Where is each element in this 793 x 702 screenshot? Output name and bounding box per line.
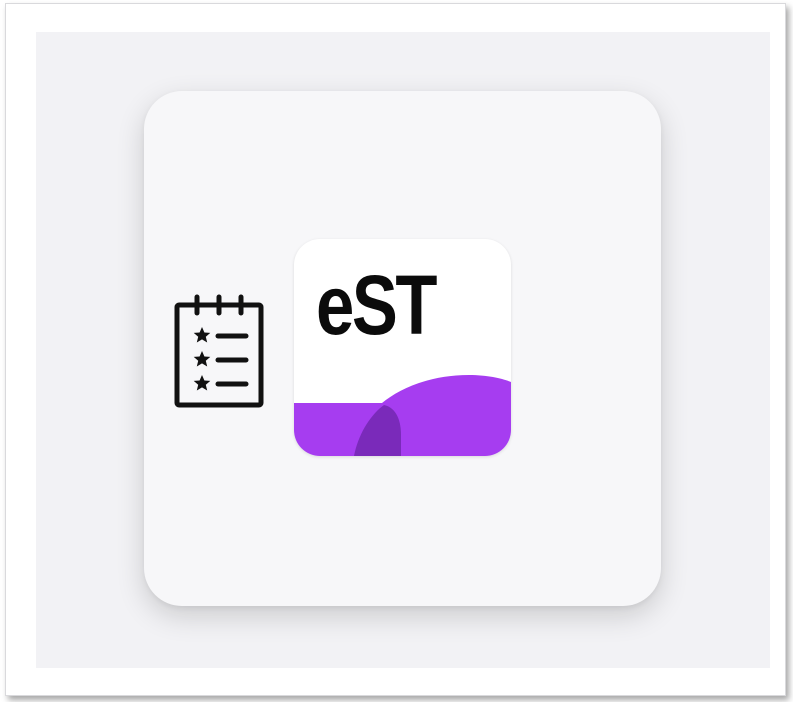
screenshot-page: eST [0, 0, 793, 702]
app-icon-label: eST [316, 258, 437, 352]
est-app-icon[interactable]: eST [294, 239, 511, 456]
app-card: eST [144, 91, 661, 606]
survey-checklist-icon [174, 291, 264, 409]
content-panel: eST [36, 32, 770, 668]
